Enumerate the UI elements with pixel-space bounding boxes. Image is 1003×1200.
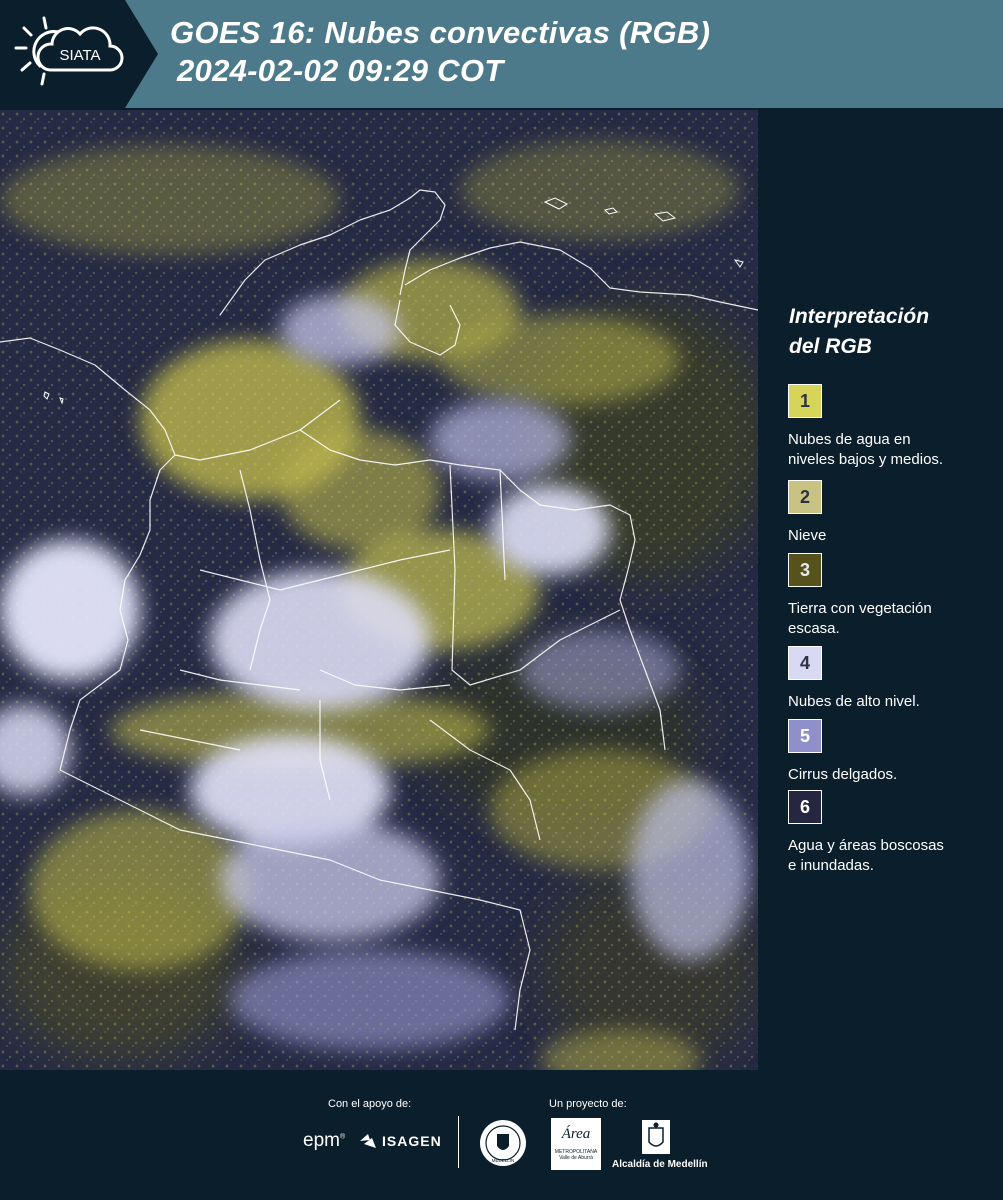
legend-swatch: 3 xyxy=(788,553,822,587)
legend-swatch: 6 xyxy=(788,790,822,824)
project-caption: Un proyecto de: xyxy=(549,1098,627,1110)
legend-panel: Interpretación del RGB 1 Nubes de agua e… xyxy=(762,110,1003,1070)
siata-logo: SIATA xyxy=(0,0,158,108)
legend-label: Nieve xyxy=(788,527,827,544)
legend-swatch: 4 xyxy=(788,646,822,680)
alcaldia-crest xyxy=(640,1118,672,1161)
title-timestamp: 2024-02-02 09:29 COT xyxy=(177,53,504,88)
legend-item-4: 4 Nubes de alto nivel. xyxy=(788,646,998,712)
legend-item-6: 6 Agua y áreas boscosas e inundadas. xyxy=(788,790,998,876)
footer-divider xyxy=(458,1116,459,1168)
legend-swatch: 5 xyxy=(788,719,822,753)
legend-label: Agua y áreas boscosas e inundadas. xyxy=(788,837,944,874)
legend-label: Cirrus delgados. xyxy=(788,766,898,783)
legend-item-1: 1 Nubes de agua en niveles bajos y medio… xyxy=(788,384,998,470)
alcaldia-label: Alcaldía de Medellín xyxy=(612,1159,708,1170)
legend-label: Nubes de agua en niveles bajos y medios. xyxy=(788,431,944,468)
satellite-map[interactable] xyxy=(0,110,758,1070)
legend-title: Interpretación del RGB xyxy=(789,305,930,358)
epm-logo: epm® xyxy=(303,1130,346,1151)
area-metropolitana-logo: Área METROPOLITANA Valle de Aburrá xyxy=(551,1118,601,1170)
svg-text:SIATA: SIATA xyxy=(59,47,100,64)
legend-item-3: 3 Tierra con vegetación escasa. xyxy=(788,553,998,639)
svg-text:MEDELLÍN: MEDELLÍN xyxy=(492,1157,515,1163)
page-title: GOES 16: Nubes convectivas (RGB) 2024-02… xyxy=(170,14,710,90)
legend-label: Tierra con vegetación escasa. xyxy=(788,600,932,637)
isagen-logo: ISAGEN xyxy=(358,1132,442,1150)
footer-sponsors: Con el apoyo de: Un proyecto de: epm® IS… xyxy=(0,1070,1003,1200)
header-bar: SIATA GOES 16: Nubes convectivas (RGB) 2… xyxy=(0,0,1003,108)
legend-label: Nubes de alto nivel. xyxy=(788,693,920,710)
legend-swatch: 1 xyxy=(788,384,822,418)
legend-item-2: 2 Nieve xyxy=(788,480,998,546)
legend-item-5: 5 Cirrus delgados. xyxy=(788,719,998,785)
legend-swatch: 2 xyxy=(788,480,822,514)
title-product: GOES 16: Nubes convectivas (RGB) xyxy=(170,15,711,50)
medellin-seal: MEDELLÍN xyxy=(478,1118,528,1173)
support-caption: Con el apoyo de: xyxy=(328,1098,412,1110)
isagen-icon xyxy=(360,1134,376,1148)
